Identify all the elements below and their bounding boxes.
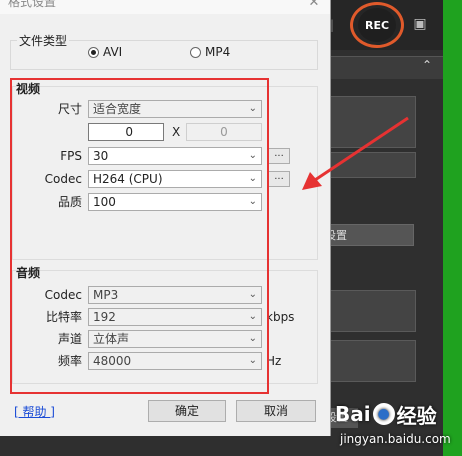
close-icon[interactable]: ✕ (306, 0, 322, 12)
bitrate-unit: kbps (266, 310, 295, 324)
dialog-title: 格式设置 (8, 0, 57, 9)
camera-icon[interactable]: ▣ (410, 16, 430, 32)
settings-button[interactable]: 设置 (318, 224, 414, 246)
radio-avi[interactable]: AVI (88, 45, 122, 59)
panel-row (318, 290, 416, 332)
radio-mp4-label: MP4 (205, 45, 231, 59)
highlight-frame (10, 78, 269, 394)
paw-icon: ● (372, 403, 395, 425)
panel-row (318, 340, 416, 382)
watermark-logo-left: Bai (335, 402, 371, 426)
filetype-group: 文件类型 (10, 32, 318, 70)
watermark-logo-right: 经验 (396, 403, 437, 428)
fps-more-button[interactable]: ... (268, 148, 290, 164)
chevron-up-icon[interactable]: ⌃ (418, 58, 436, 74)
radio-avi-label: AVI (103, 45, 123, 59)
help-link[interactable]: [ 帮助 ] (14, 404, 55, 420)
codec-more-button[interactable]: ... (268, 171, 290, 187)
watermark-url: jingyan.baidu.com (340, 432, 451, 446)
baidu-jingyan-watermark: Bai ● 经验 (335, 396, 445, 432)
ok-button[interactable]: 确定 (148, 400, 226, 422)
pointer-arrow-icon (302, 116, 409, 190)
rec-button[interactable]: REC (358, 8, 396, 42)
radio-unselected-icon (190, 46, 201, 58)
radio-mp4[interactable]: MP4 (190, 45, 230, 59)
radio-selected-icon (88, 46, 99, 58)
cancel-button[interactable]: 取消 (236, 400, 316, 422)
green-preview-strip (443, 0, 462, 456)
filetype-legend: 文件类型 (19, 34, 68, 48)
